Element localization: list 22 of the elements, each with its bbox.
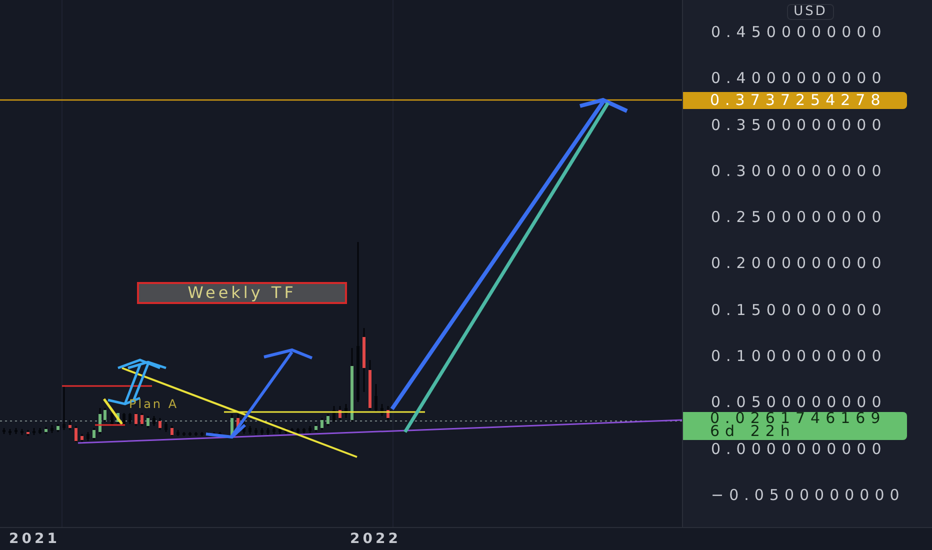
price-label: 0.2000000000 bbox=[711, 254, 887, 272]
horizontal-level-line bbox=[95, 424, 125, 426]
chart-label: Plan A bbox=[129, 397, 179, 411]
price-label: 0.1000000000 bbox=[711, 347, 887, 366]
last-price: 0.0261746169 bbox=[710, 412, 887, 425]
price-label: 0.0000000000 bbox=[711, 440, 887, 458]
currency-label[interactable]: USD bbox=[786, 4, 834, 20]
price-label: 0.4000000000 bbox=[711, 69, 887, 88]
price-label: 0.2500000000 bbox=[711, 208, 887, 226]
price-label: 0.3000000000 bbox=[711, 162, 887, 180]
price-label: 0.0500000000 bbox=[711, 393, 887, 412]
time-label: 2022 bbox=[350, 530, 401, 548]
time-label: 2021 bbox=[9, 530, 60, 548]
price-label: 0.1500000000 bbox=[711, 300, 887, 319]
short-trend-line bbox=[102, 398, 124, 425]
price-marker: 0.3737254278 bbox=[683, 92, 907, 109]
price-label: 0.4500000000 bbox=[711, 23, 887, 41]
bar-countdown: 6d 22h bbox=[710, 425, 796, 438]
price-label: 0.3500000000 bbox=[711, 116, 887, 134]
price-label: −0.0500000000 bbox=[711, 486, 905, 504]
chart-label: Weekly TF bbox=[137, 282, 347, 304]
chart-area[interactable]: Weekly TF Plan A bbox=[0, 0, 682, 527]
